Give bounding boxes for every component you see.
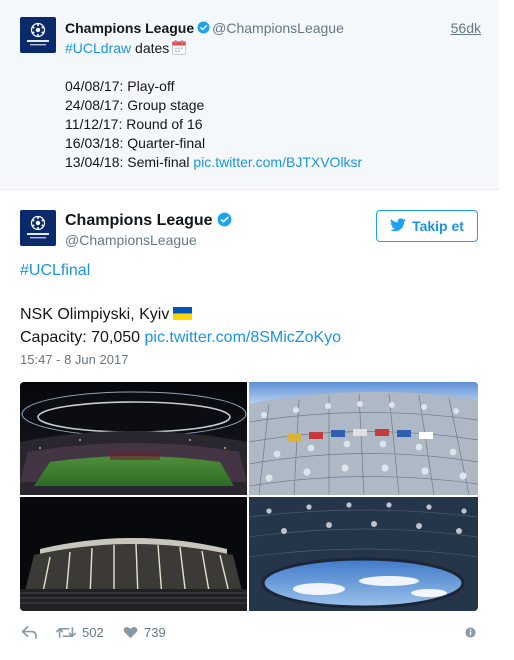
tweet-time-link[interactable]: 56dk xyxy=(451,19,481,37)
account-name[interactable]: Champions League xyxy=(65,212,213,229)
hashtag-link[interactable]: #UCLfinal xyxy=(20,262,90,279)
info-icon xyxy=(465,626,476,638)
tweet-actions: 502 739 xyxy=(20,622,478,642)
date-line: 24/08/17: Group stage xyxy=(65,97,205,113)
tweet-venue-line: NSK Olimpiyski, Kyiv xyxy=(20,304,193,326)
date-line-with-link: 13/04/18: Semi-final pic.twitter.com/BJT… xyxy=(65,153,481,172)
champions-league-avatar[interactable] xyxy=(20,17,56,53)
verified-badge-icon xyxy=(217,212,232,227)
date-line: 13/04/18: Semi-final xyxy=(65,154,194,170)
account-name-row: Champions League xyxy=(65,211,234,231)
tweet-timestamp[interactable]: 15:47 - 8 Jun 2017 xyxy=(20,352,128,368)
parent-tweet-text: #UCLdraw dates 04/08/17: Play-off 24/08/… xyxy=(65,39,481,172)
date-line: 04/08/17: Play-off xyxy=(65,78,175,94)
follow-button[interactable]: Takip et xyxy=(376,210,478,242)
date-line: 11/12/17: Round of 16 xyxy=(65,116,203,132)
retweet-icon xyxy=(56,626,76,639)
photo-grid xyxy=(20,382,478,611)
champions-league-avatar[interactable] xyxy=(20,210,56,246)
parent-tweet[interactable]: Champions League @ChampionsLeague 56dk #U… xyxy=(0,0,499,190)
like-count: 739 xyxy=(144,624,166,640)
media-link[interactable]: pic.twitter.com/BJTXVOlksr xyxy=(193,154,362,170)
capacity-text: Capacity: 70,050 xyxy=(20,329,145,346)
stadium-photo-1[interactable] xyxy=(20,382,247,495)
twitter-bird-icon xyxy=(390,217,406,235)
headline-line: #UCLdraw dates xyxy=(65,39,481,58)
account-name[interactable]: Champions League xyxy=(65,20,194,36)
ukraine-flag-icon xyxy=(173,305,193,320)
headline-text: dates xyxy=(131,40,170,56)
date-line: 16/03/18: Quarter-final xyxy=(65,135,206,151)
parent-tweet-header: Champions League @ChampionsLeague 56dk xyxy=(65,19,481,37)
reply-icon xyxy=(21,625,38,639)
more-info-button[interactable] xyxy=(465,622,476,642)
venue-text: NSK Olimpiyski, Kyiv xyxy=(20,306,170,323)
retweet-button[interactable]: 502 xyxy=(56,622,104,642)
media-link[interactable]: pic.twitter.com/8SMicZoKyo xyxy=(145,329,342,346)
verified-badge-icon xyxy=(197,20,210,34)
tweet-hashtag-line: #UCLfinal xyxy=(20,260,90,282)
retweet-count: 502 xyxy=(82,624,104,640)
follow-label: Takip et xyxy=(412,218,464,234)
heart-icon xyxy=(123,626,138,639)
account-handle[interactable]: @ChampionsLeague xyxy=(65,231,197,249)
tweet-capacity-line: Capacity: 70,050 pic.twitter.com/8SMicZo… xyxy=(20,327,341,349)
reply-button[interactable] xyxy=(21,622,38,642)
like-button[interactable]: 739 xyxy=(123,622,166,642)
stadium-photo-3[interactable] xyxy=(20,497,247,611)
hashtag-link[interactable]: #UCLdraw xyxy=(65,40,131,56)
main-tweet: Champions League @ChampionsLeague Takip … xyxy=(0,190,499,660)
stadium-photo-2[interactable] xyxy=(249,382,478,495)
calendar-icon xyxy=(172,40,187,55)
stadium-photo-4[interactable] xyxy=(249,497,478,611)
account-handle[interactable]: @ChampionsLeague xyxy=(212,20,344,36)
